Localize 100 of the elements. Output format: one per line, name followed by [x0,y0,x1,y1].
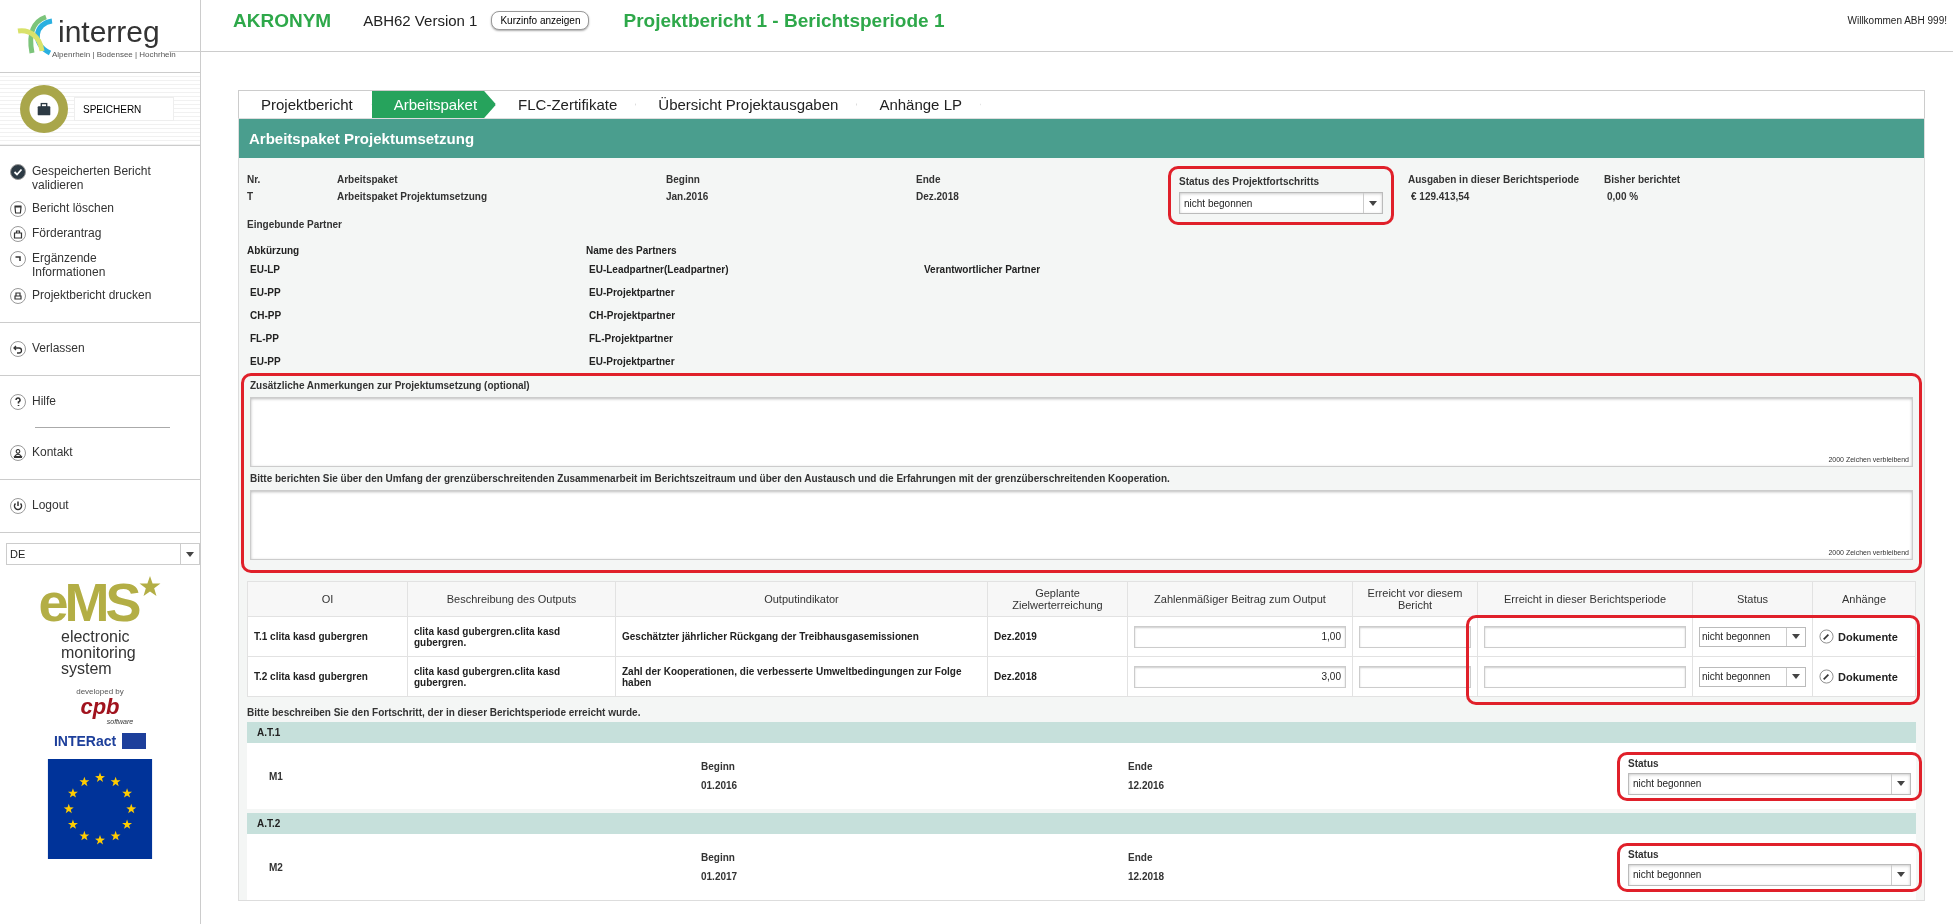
menu-item[interactable]: Kontakt [10,445,160,461]
partner-name: EU-Projektpartner [589,287,676,298]
end-date: Dez.2018 [916,191,960,202]
table-cell: T.1 clita kasd gubergren [247,616,408,657]
partner-abbreviation: CH-PP [249,310,283,321]
period-value-field[interactable] [1484,665,1686,688]
caret-icon [1897,781,1905,786]
interact-logo: INTERact [53,733,117,749]
checkmark-icon [10,164,26,180]
table-cell: Dez.2018 [987,656,1128,697]
power-icon [10,498,26,514]
partner-name: CH-Projektpartner [589,310,677,321]
column-label: Beginn [701,852,736,863]
column-header: Anhänge [1812,581,1916,617]
table-cell: clita kasd gubergren.clita kasd gubergren. [407,656,616,697]
pencil-icon [1819,669,1834,684]
pencil-icon [1819,629,1834,644]
column-label: Bisher berichtet [1604,174,1681,185]
partner-abbreviation: EU-PP [249,356,282,367]
field-label: Zusätzliche Anmerkungen zur Projektumsetzung (optional) [250,380,531,391]
partner-name: EU-Leadpartner(Leadpartner) [589,264,730,275]
column-header: Status [1692,581,1813,617]
bag-icon [10,226,26,242]
progress-hint: Bitte beschreiben Sie den Fortschritt, der in dieser Berichtsperiode erreicht wurde. [247,707,642,718]
trash-icon [10,201,26,217]
menu-item[interactable]: Hilfe [10,394,160,410]
field-label: Bitte berichten Sie über den Umfang der grenzüberschreitenden Zusammenarbeit im Berichtszeitraum und über den Austausch und die Erfahrungen mit der grenzüberschreitenden Kooperation. [250,473,1171,484]
developer-logo: cpb [80,696,120,718]
contribution-field[interactable]: 1,00 [1134,625,1346,648]
logo-name: interreg [58,13,161,50]
expenses-amount: € 129.413,54 [1410,191,1471,202]
table-cell: Geschätzter jährlicher Rückgang der Treibhausgasemissionen [615,616,988,657]
status-select[interactable]: nicht begonnen [1179,192,1383,214]
previous-value-field[interactable] [1359,625,1471,648]
column-header: Outputindikator [615,581,988,617]
column-header: Name des Partners [586,244,678,256]
package-name: Arbeitspaket Projektumsetzung [337,191,489,202]
contribution-field[interactable]: 3,00 [1134,665,1346,688]
begin-date: Jan.2016 [666,191,710,202]
flag-icon [122,733,147,749]
end-date: 12.2018 [1128,871,1166,882]
partner-name: EU-Projektpartner [589,356,676,367]
ems-mark: eMS [38,575,138,629]
begin-date: 01.2016 [701,780,739,791]
column-label: Ende [1128,852,1154,863]
language-select[interactable]: DE [6,543,200,565]
info-button[interactable]: Kurzinfo anzeigen [491,11,590,30]
partners-title: Eingebunde Partner [247,219,343,230]
menu-item[interactable]: Verlassen [10,341,160,357]
column-label: Status [1628,757,1660,769]
column-header: OI [247,581,408,617]
package-number: T [247,191,255,202]
printer-icon [10,288,26,304]
period-value-field[interactable] [1484,625,1686,648]
save-button[interactable]: SPEICHERN [74,97,174,121]
help-icon [10,394,26,410]
menu-item[interactable]: Förderantrag [10,226,160,242]
milestone-name: M1 [268,770,284,782]
menu-item[interactable]: Ergänzende Informationen [10,251,160,279]
menu-item[interactable]: Projektbericht drucken [10,288,160,304]
milestone-name: M2 [268,861,284,873]
status-select[interactable]: nicht begonnen [1628,772,1911,795]
column-header: Geplante Zielwerterreichung [987,581,1128,617]
column-label: Ende [1128,761,1154,772]
reported-percentage: 0,00 % [1606,191,1640,202]
column-label: Beginn [701,761,736,772]
column-header: Erreicht in dieser Berichtsperiode [1477,581,1693,617]
milestone-group-header: A.T.1 [247,722,1916,743]
version-label: ABH62 Version 1 [363,12,478,29]
table-cell: Dez.2019 [987,616,1128,657]
caret-icon [1792,674,1800,679]
milestone-group-header: A.T.2 [247,813,1916,834]
project-acronym: AKRONYM [233,9,332,32]
report-title: Projektbericht 1 - Berichtsperiode 1 [623,9,945,32]
end-date: 12.2016 [1128,780,1166,791]
column-label: Status des Projektfortschritts [1179,176,1321,187]
welcome-text: Willkommen ABH 999! [1847,15,1948,26]
partner-name: FL-Projektpartner [589,333,674,344]
table-cell: clita kasd gubergren.clita kasd gubergren. [407,616,616,657]
begin-date: 01.2017 [701,871,739,882]
column-header: Zahlenmäßiger Beitrag zum Output [1127,581,1353,617]
previous-value-field[interactable] [1359,665,1471,688]
status-select[interactable]: nicht begonnen [1699,626,1806,647]
briefcase-icon[interactable] [20,85,68,133]
status-select[interactable]: nicht begonnen [1628,863,1911,886]
caret-icon [1369,200,1377,206]
menu-item[interactable]: Logout [10,498,160,514]
column-label: Ende [916,174,942,185]
caret-icon [1897,872,1905,877]
partner-abbreviation: EU-PP [249,287,282,298]
ems-caption: electronic monitoring system [61,629,137,677]
column-label: Status [1628,848,1660,860]
table-cell: T.2 clita kasd gubergren [247,656,408,697]
logo-subtitle: Alpenrhein | Bodensee | Hochrhein [52,50,176,59]
partner-abbreviation: EU-LP [249,264,281,275]
developed-by-caption: developed by [75,687,125,696]
menu-item[interactable]: Gespeicherten Bericht validieren [10,164,160,192]
status-select[interactable]: nicht begonnen [1699,666,1806,687]
column-label: Arbeitspaket [337,174,399,185]
menu-item[interactable]: Bericht löschen [10,201,160,217]
